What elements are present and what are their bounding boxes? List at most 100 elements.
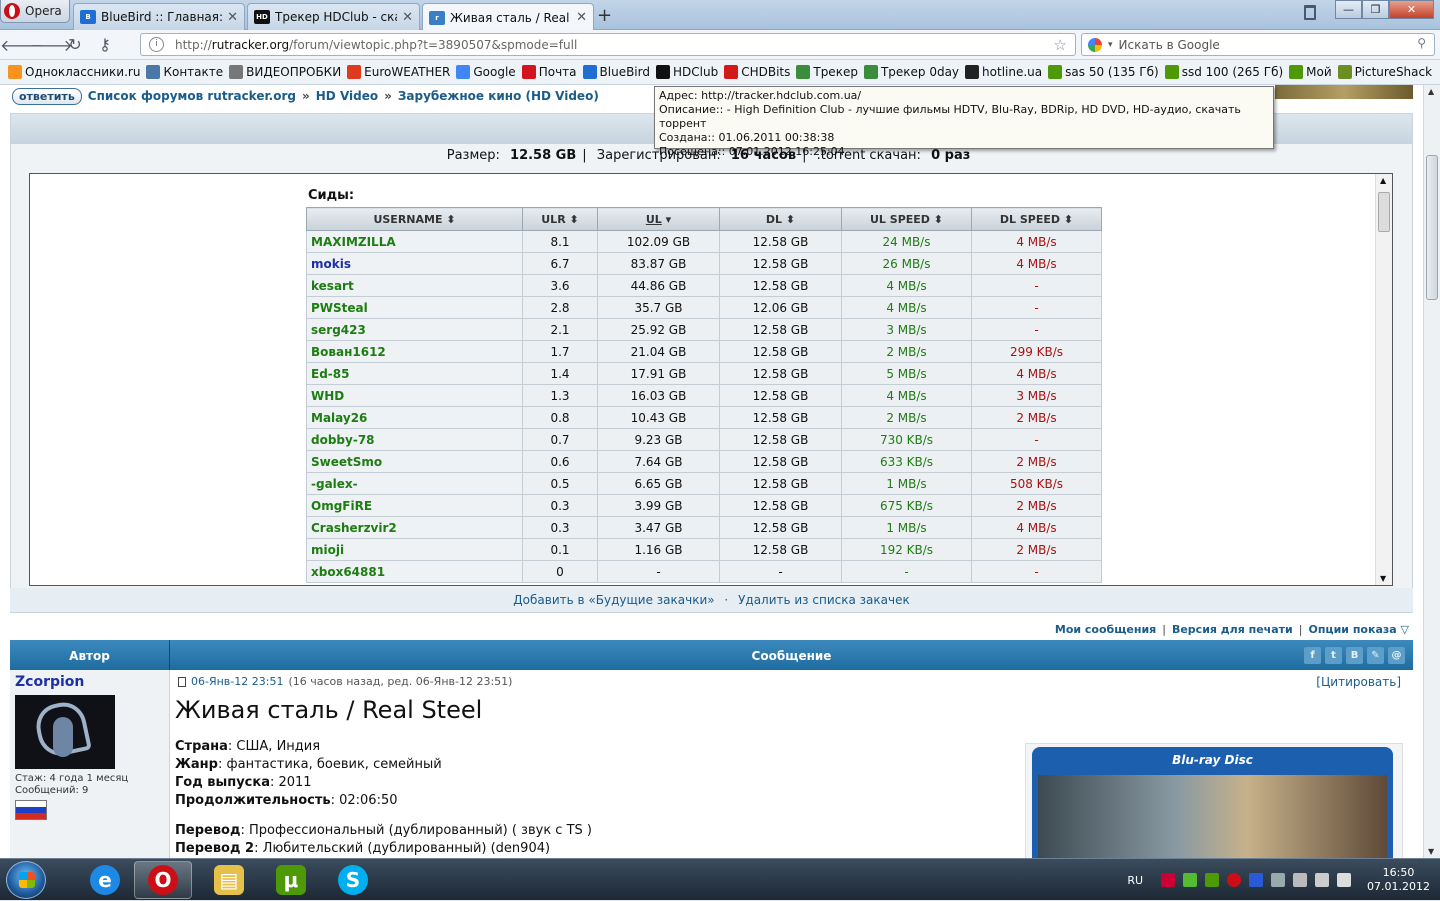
action-center-icon[interactable]: [1293, 873, 1308, 887]
tab-hdclub[interactable]: HD Трекер HDClub - скач... ✕: [247, 3, 420, 30]
search-input[interactable]: ▾ Искать в Google ⚲: [1081, 33, 1435, 56]
bookmark-item[interactable]: Мой: [1289, 65, 1332, 79]
bookmark-item[interactable]: PictureShack: [1337, 65, 1432, 79]
remove-list-link[interactable]: Удалить из списка закачек: [738, 593, 910, 607]
antivirus-icon[interactable]: [1161, 873, 1176, 887]
col-username[interactable]: USERNAME ⬍: [306, 207, 523, 231]
bookmark-item[interactable]: Google: [456, 65, 516, 79]
peer-user-cell[interactable]: mioji: [306, 538, 523, 561]
post-date[interactable]: 06-Янв-12 23:51: [191, 675, 283, 688]
site-info-icon[interactable]: i: [149, 37, 164, 52]
page-scroll-thumb[interactable]: [1426, 155, 1438, 300]
peer-user-cell[interactable]: Crasherzvir2: [306, 516, 523, 539]
scroll-down-icon[interactable]: ▼: [1380, 574, 1386, 583]
reply-button[interactable]: ответить: [12, 87, 82, 105]
breadcrumb-link-foreign-hd[interactable]: Зарубежное кино (HD Video): [398, 89, 599, 103]
taskbar-skype[interactable]: S: [324, 861, 382, 899]
maximize-button[interactable]: ❐: [1362, 0, 1389, 19]
bookmark-item[interactable]: hotline.ua: [965, 65, 1042, 79]
search-icon[interactable]: ⚲: [1417, 36, 1426, 50]
close-window-button[interactable]: ✕: [1389, 0, 1434, 19]
col-dl-speed[interactable]: DL SPEED ⬍: [971, 207, 1102, 231]
peer-user-cell[interactable]: Вован1612: [306, 340, 523, 363]
close-tab-icon[interactable]: ✕: [576, 10, 587, 25]
my-messages-link[interactable]: Мои сообщения: [1055, 623, 1156, 636]
chevron-down-icon[interactable]: ▽: [1401, 623, 1409, 636]
peer-user-cell[interactable]: SweetSmo: [306, 450, 523, 473]
network-icon[interactable]: [1315, 873, 1330, 887]
col-ul-speed[interactable]: UL SPEED ⬍: [841, 207, 972, 231]
forward-button[interactable]: 🡒: [30, 35, 73, 55]
wand-icon[interactable]: ⚷: [90, 35, 120, 54]
bookmark-item[interactable]: Трекер: [796, 65, 858, 79]
peer-user-cell[interactable]: Malay26: [306, 406, 523, 429]
reload-button[interactable]: ↻: [60, 35, 90, 54]
scroll-up-icon[interactable]: ▲: [1380, 176, 1386, 185]
display-options-link[interactable]: Опции показа: [1308, 623, 1396, 636]
taskbar-opera[interactable]: O: [134, 861, 192, 899]
peer-user-cell[interactable]: WHD: [306, 384, 523, 407]
bookmark-item[interactable]: ssd 100 (265 Гб): [1164, 65, 1283, 79]
peer-user-cell[interactable]: MAXIMZILLA: [306, 230, 523, 253]
close-tab-icon[interactable]: ✕: [227, 10, 238, 25]
col-dl[interactable]: DL ⬍: [719, 207, 842, 231]
bookmark-item[interactable]: BlueBird: [582, 65, 650, 79]
page-scrollbar[interactable]: ▲ ▼: [1423, 85, 1440, 858]
peer-user-cell[interactable]: OmgFiRE: [306, 494, 523, 517]
author-name[interactable]: Zcorpion: [15, 674, 84, 690]
taskbar-internet-explorer[interactable]: e: [76, 861, 134, 899]
taskbar-explorer[interactable]: ▤: [200, 861, 258, 899]
volume-icon[interactable]: [1337, 873, 1352, 887]
bookmark-item[interactable]: EuroWEATHER: [347, 65, 450, 79]
close-tab-icon[interactable]: ✕: [402, 10, 413, 25]
peers-scroll-thumb[interactable]: [1378, 192, 1390, 232]
bookmark-star-icon[interactable]: ☆: [1054, 36, 1067, 54]
bookmark-item[interactable]: CHDBits: [724, 65, 790, 79]
peers-scrollbar[interactable]: ▲ ▼: [1375, 174, 1392, 585]
scroll-down-icon[interactable]: ▼: [1428, 847, 1434, 856]
breadcrumb-link-hdvideo[interactable]: HD Video: [316, 89, 378, 103]
opera-tray-icon[interactable]: [1227, 873, 1242, 887]
facebook-icon[interactable]: f: [1304, 647, 1321, 664]
tab-bluebird[interactable]: B BlueBird :: Главная: ск... ✕: [73, 3, 245, 30]
bookmark-item[interactable]: Одноклассники.ru: [8, 65, 140, 79]
peer-user-cell[interactable]: serg423: [306, 318, 523, 341]
search-engine-chevron-icon[interactable]: ▾: [1108, 40, 1113, 50]
bookmark-item[interactable]: sas 50 (135 Гб): [1048, 65, 1159, 79]
peer-user-cell[interactable]: xbox64881: [306, 560, 523, 583]
breadcrumb-link-forums[interactable]: Список форумов rutracker.org: [88, 89, 296, 103]
peer-user-cell[interactable]: -galex-: [306, 472, 523, 495]
col-ulr[interactable]: ULR ⬍: [522, 207, 598, 231]
livejournal-icon[interactable]: ✎: [1367, 647, 1384, 664]
mailru-icon[interactable]: @: [1388, 647, 1405, 664]
bluetooth-icon[interactable]: [1249, 873, 1264, 887]
tray-app-icon[interactable]: [1183, 873, 1198, 887]
print-version-link[interactable]: Версия для печати: [1172, 623, 1293, 636]
start-button[interactable]: [6, 861, 46, 899]
bookmark-item[interactable]: Трекер 0day: [863, 65, 959, 79]
taskbar-utorrent[interactable]: μ: [262, 861, 320, 899]
vkontakte-icon[interactable]: B: [1346, 647, 1363, 664]
bookmark-item[interactable]: HDClub: [655, 65, 718, 79]
bookmark-item[interactable]: Контакте: [146, 65, 223, 79]
audio-device-icon[interactable]: [1271, 873, 1286, 887]
peer-user-cell[interactable]: dobby-78: [306, 428, 523, 451]
add-future-link[interactable]: Добавить в «Будущие закачки»: [513, 593, 714, 607]
peer-user-cell[interactable]: Ed-85: [306, 362, 523, 385]
scroll-up-icon[interactable]: ▲: [1428, 87, 1434, 96]
trash-icon[interactable]: [1304, 5, 1316, 20]
utorrent-tray-icon[interactable]: [1205, 873, 1220, 887]
back-button[interactable]: 🡐: [0, 35, 43, 55]
new-tab-button[interactable]: +: [597, 5, 612, 26]
quote-button[interactable]: [Цитировать]: [1316, 675, 1401, 689]
language-indicator[interactable]: RU: [1127, 874, 1143, 887]
bookmark-item[interactable]: ВИДЕОПРОБКИ: [229, 65, 341, 79]
url-field[interactable]: i http://rutracker.org/forum/viewtopic.p…: [140, 33, 1076, 56]
tab-real-steel[interactable]: r Живая сталь / Real Ste... ✕: [422, 3, 594, 31]
twitter-icon[interactable]: t: [1325, 647, 1342, 664]
minimize-button[interactable]: —: [1335, 0, 1362, 19]
col-ul[interactable]: UL ▾: [597, 207, 720, 231]
peer-user-cell[interactable]: mokis: [306, 252, 523, 275]
bookmark-item[interactable]: Почта: [521, 65, 577, 79]
peer-user-cell[interactable]: PWSteal: [306, 296, 523, 319]
